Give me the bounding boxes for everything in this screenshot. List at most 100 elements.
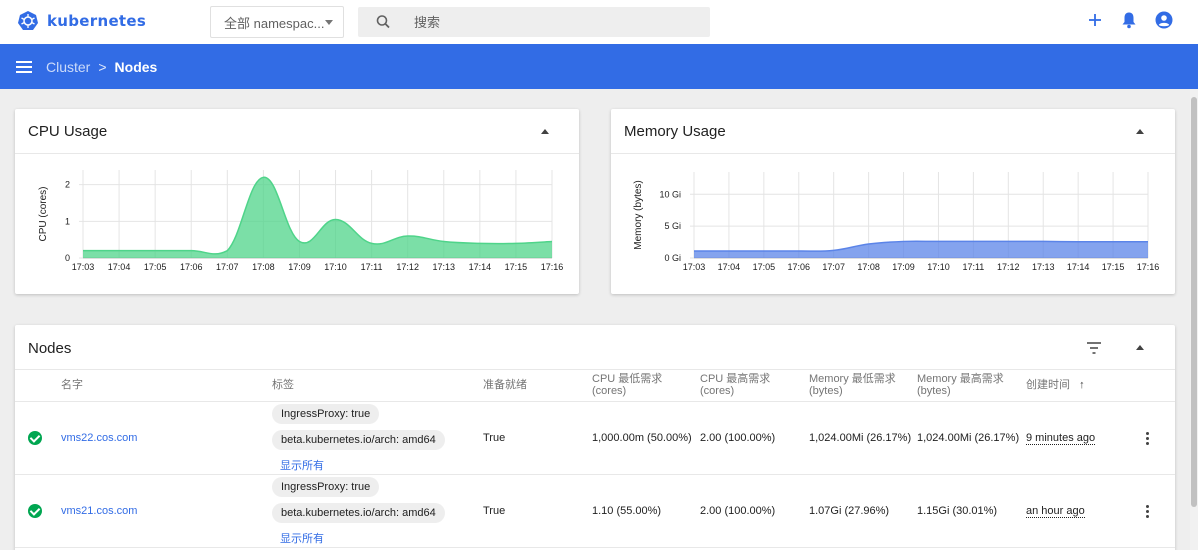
row-actions-menu-icon[interactable] <box>1146 432 1149 445</box>
search-input[interactable] <box>414 14 694 30</box>
column-memory-limits[interactable]: Memory 最高需求 (bytes) <box>917 373 1004 397</box>
show-all-labels-link[interactable]: 显示所有 <box>280 530 324 546</box>
page-title: Nodes <box>114 58 158 75</box>
sort-ascending-icon[interactable]: ↑ <box>1079 379 1085 391</box>
label-chip: IngressProxy: true <box>272 477 380 497</box>
x-tick-label: 17:12 <box>997 262 1020 272</box>
breadcrumb: Cluster > Nodes <box>32 59 157 75</box>
column-created-label: 创建时间 <box>1026 379 1070 391</box>
x-tick-label: 17:08 <box>857 262 880 272</box>
cpu-requests-value: 1,000.00m (50.00%) <box>592 432 692 444</box>
column-memory-limits-line2: (bytes) <box>917 385 951 397</box>
menu-icon[interactable] <box>16 60 32 73</box>
column-name[interactable]: 名字 <box>61 379 83 391</box>
table-row: vms21.cos.com IngressProxy: true beta.ku… <box>15 475 1175 548</box>
created-time: an hour ago <box>1026 505 1085 518</box>
filter-icon[interactable] <box>1086 341 1102 355</box>
x-tick-label: 17:07 <box>216 262 239 272</box>
column-labels: 标签 <box>272 379 294 391</box>
x-tick-label: 17:09 <box>892 262 915 272</box>
y-tick-label: 0 Gi <box>664 253 681 263</box>
cpu-usage-chart: 0 1 2 17:03 17:04 17:05 17:06 17:07 17:08 17:09 17… <box>38 170 564 272</box>
ready-value: True <box>483 432 506 444</box>
show-all-labels-link[interactable]: 显示所有 <box>280 457 324 473</box>
dropdown-caret-icon <box>325 19 333 25</box>
row-actions-menu-icon[interactable] <box>1146 505 1149 518</box>
x-tick-label: 17:04 <box>108 262 131 272</box>
x-tick-label: 17:13 <box>433 262 456 272</box>
breadcrumb-cluster[interactable]: Cluster <box>46 59 90 75</box>
column-memory-requests[interactable]: Memory 最低需求 (bytes) <box>809 373 896 397</box>
node-name-link[interactable]: vms22.cos.com <box>61 432 137 444</box>
x-tick-label: 17:04 <box>718 262 741 272</box>
y-tick-label: 10 Gi <box>659 189 681 199</box>
x-tick-label: 17:14 <box>469 262 492 272</box>
search-bar[interactable] <box>358 7 710 37</box>
column-cpu-limits-line2: (cores) <box>700 385 735 397</box>
column-cpu-requests[interactable]: CPU 最低需求 (cores) <box>592 373 662 397</box>
x-tick-label: 17:05 <box>144 262 167 272</box>
cpu-limits-value: 2.00 (100.00%) <box>700 432 776 444</box>
kubernetes-logo[interactable]: kubernetes <box>17 10 146 32</box>
created-time: 9 minutes ago <box>1026 432 1096 445</box>
x-tick-label: 17:03 <box>72 262 95 272</box>
page-scrollbar[interactable] <box>1190 89 1198 550</box>
x-tick-label: 17:16 <box>541 262 564 272</box>
column-created[interactable]: 创建时间 ↑ <box>1026 379 1085 391</box>
column-cpu-requests-line2: (cores) <box>592 385 627 397</box>
notification-bell-icon[interactable] <box>1121 11 1137 29</box>
collapse-nodes-card-icon[interactable] <box>1136 345 1144 350</box>
memory-limits-value: 1.15Gi (30.01%) <box>917 505 998 517</box>
x-tick-label: 17:09 <box>288 262 311 272</box>
column-memory-requests-line1: Memory 最低需求 <box>809 373 896 385</box>
navigation-bar: Cluster > Nodes <box>0 44 1198 89</box>
x-tick-label: 17:07 <box>822 262 845 272</box>
x-tick-label: 17:03 <box>683 262 706 272</box>
column-memory-limits-line1: Memory 最高需求 <box>917 373 1004 385</box>
y-axis-label: Memory (bytes) <box>633 180 644 249</box>
x-tick-label: 17:05 <box>753 262 776 272</box>
x-tick-label: 17:11 <box>361 262 383 272</box>
label-chip: beta.kubernetes.io/arch: amd64 <box>272 430 445 450</box>
collapse-cpu-card-icon[interactable] <box>541 129 549 134</box>
y-tick-label: 2 <box>65 180 70 190</box>
cpu-card-title: CPU Usage <box>28 123 108 140</box>
cpu-requests-value: 1.10 (55.00%) <box>592 505 662 517</box>
ready-check-icon <box>28 504 42 518</box>
node-name-link[interactable]: vms21.cos.com <box>61 505 137 517</box>
column-memory-requests-line2: (bytes) <box>809 385 843 397</box>
memory-requests-value: 1.07Gi (27.96%) <box>809 505 890 517</box>
column-cpu-requests-line1: CPU 最低需求 <box>592 373 663 385</box>
kubernetes-wheel-icon <box>18 11 38 30</box>
y-tick-label: 5 Gi <box>664 221 681 231</box>
x-tick-label: 17:12 <box>396 262 419 272</box>
cpu-limits-value: 2.00 (100.00%) <box>700 505 776 517</box>
series-area <box>694 241 1148 258</box>
memory-limits-value: 1,024.00Mi (26.17%) <box>917 432 1020 444</box>
x-tick-label: 17:15 <box>505 262 528 272</box>
label-chip: IngressProxy: true <box>272 404 380 424</box>
scrollbar-thumb[interactable] <box>1191 97 1197 507</box>
memory-requests-value: 1,024.00Mi (26.17%) <box>809 432 912 444</box>
x-tick-label: 17:16 <box>1137 262 1160 272</box>
collapse-memory-card-icon[interactable] <box>1136 129 1144 134</box>
x-tick-label: 17:15 <box>1102 262 1125 272</box>
x-tick-label: 17:06 <box>788 262 811 272</box>
toolbar-actions <box>1087 11 1173 29</box>
top-toolbar: kubernetes 全部 namespac... <box>0 0 1198 44</box>
brand-name: kubernetes <box>47 12 147 30</box>
series-area <box>83 177 552 258</box>
column-cpu-limits-line1: CPU 最高需求 <box>700 373 771 385</box>
table-header: 名字 标签 准备就绪 CPU 最低需求 (cores) CPU 最高需求 (co… <box>15 369 1175 402</box>
account-icon[interactable] <box>1155 11 1173 29</box>
namespace-select[interactable]: 全部 namespac... <box>210 6 344 38</box>
namespace-selected-value: 全部 namespac... <box>224 15 325 31</box>
x-tick-label: 17:10 <box>927 262 950 272</box>
memory-usage-card: Memory Usage 0 Gi 5 Gi 10 Gi 17:03 17:04 17:0… <box>611 109 1175 294</box>
table-row: vms22.cos.com IngressProxy: true beta.ku… <box>15 402 1175 475</box>
x-tick-label: 17:14 <box>1067 262 1090 272</box>
column-cpu-limits[interactable]: CPU 最高需求 (cores) <box>700 373 770 397</box>
memory-card-title: Memory Usage <box>624 123 726 140</box>
create-plus-icon[interactable] <box>1087 12 1103 28</box>
y-axis-label: CPU (cores) <box>38 186 49 241</box>
